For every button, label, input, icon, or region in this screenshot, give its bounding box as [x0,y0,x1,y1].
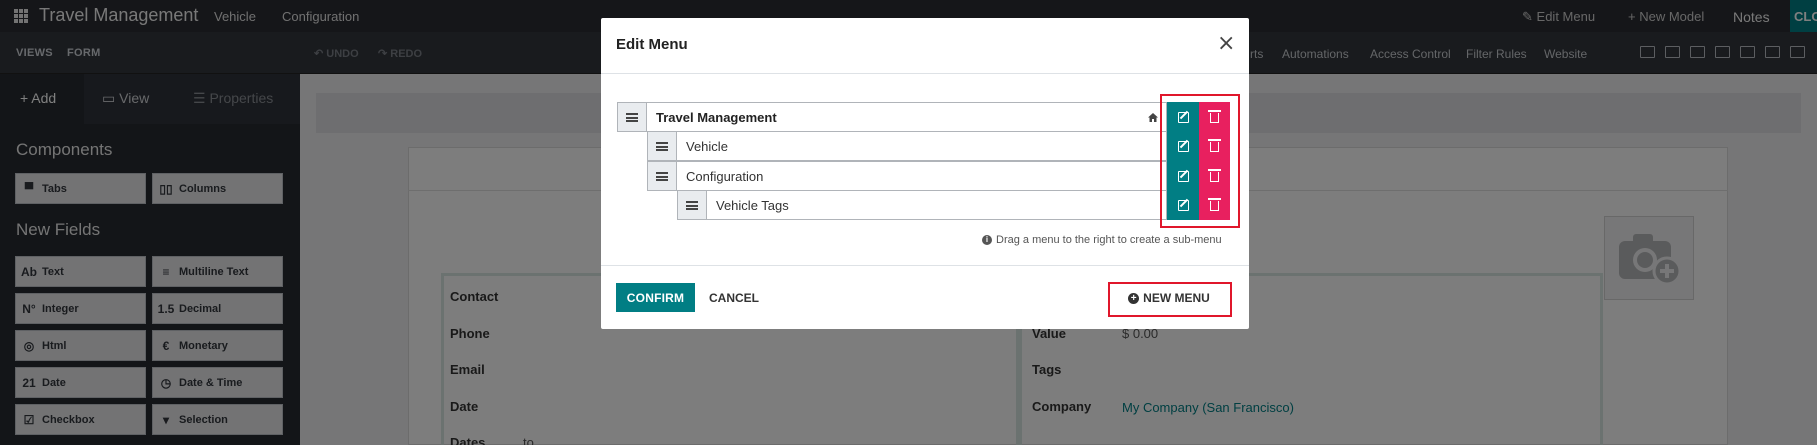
menu-item-travel-management[interactable]: Travel Management [617,102,1230,132]
drag-handle-icon[interactable] [677,190,707,220]
menu-item-label: Vehicle [686,138,728,154]
dialog-title: Edit Menu [616,36,688,53]
drag-hint: i Drag a menu to the right to create a s… [982,234,1222,246]
menu-item-configuration[interactable]: Configuration [647,161,1230,191]
home-icon [1148,113,1158,122]
menu-item-label: Travel Management [656,109,777,125]
menu-item-vehicle[interactable]: Vehicle [647,131,1230,161]
menu-item-label: Configuration [686,168,764,184]
close-icon: × [1217,31,1236,56]
menu-item-label: Vehicle Tags [716,197,789,213]
cancel-button[interactable]: CANCEL [702,283,766,312]
drag-handle-icon[interactable] [647,161,677,191]
drag-handle-icon[interactable] [617,102,647,132]
drag-handle-icon[interactable] [647,131,677,161]
menu-item-vehicle-tags[interactable]: Vehicle Tags [677,190,1230,220]
action-buttons-highlight [1160,94,1240,228]
info-icon: i [982,235,992,245]
close-dialog-button[interactable]: × [1217,33,1235,55]
dialog-header-divider [601,73,1249,74]
confirm-button[interactable]: CONFIRM [616,283,695,312]
dialog-footer-divider [601,265,1249,266]
new-menu-highlight [1108,282,1232,317]
